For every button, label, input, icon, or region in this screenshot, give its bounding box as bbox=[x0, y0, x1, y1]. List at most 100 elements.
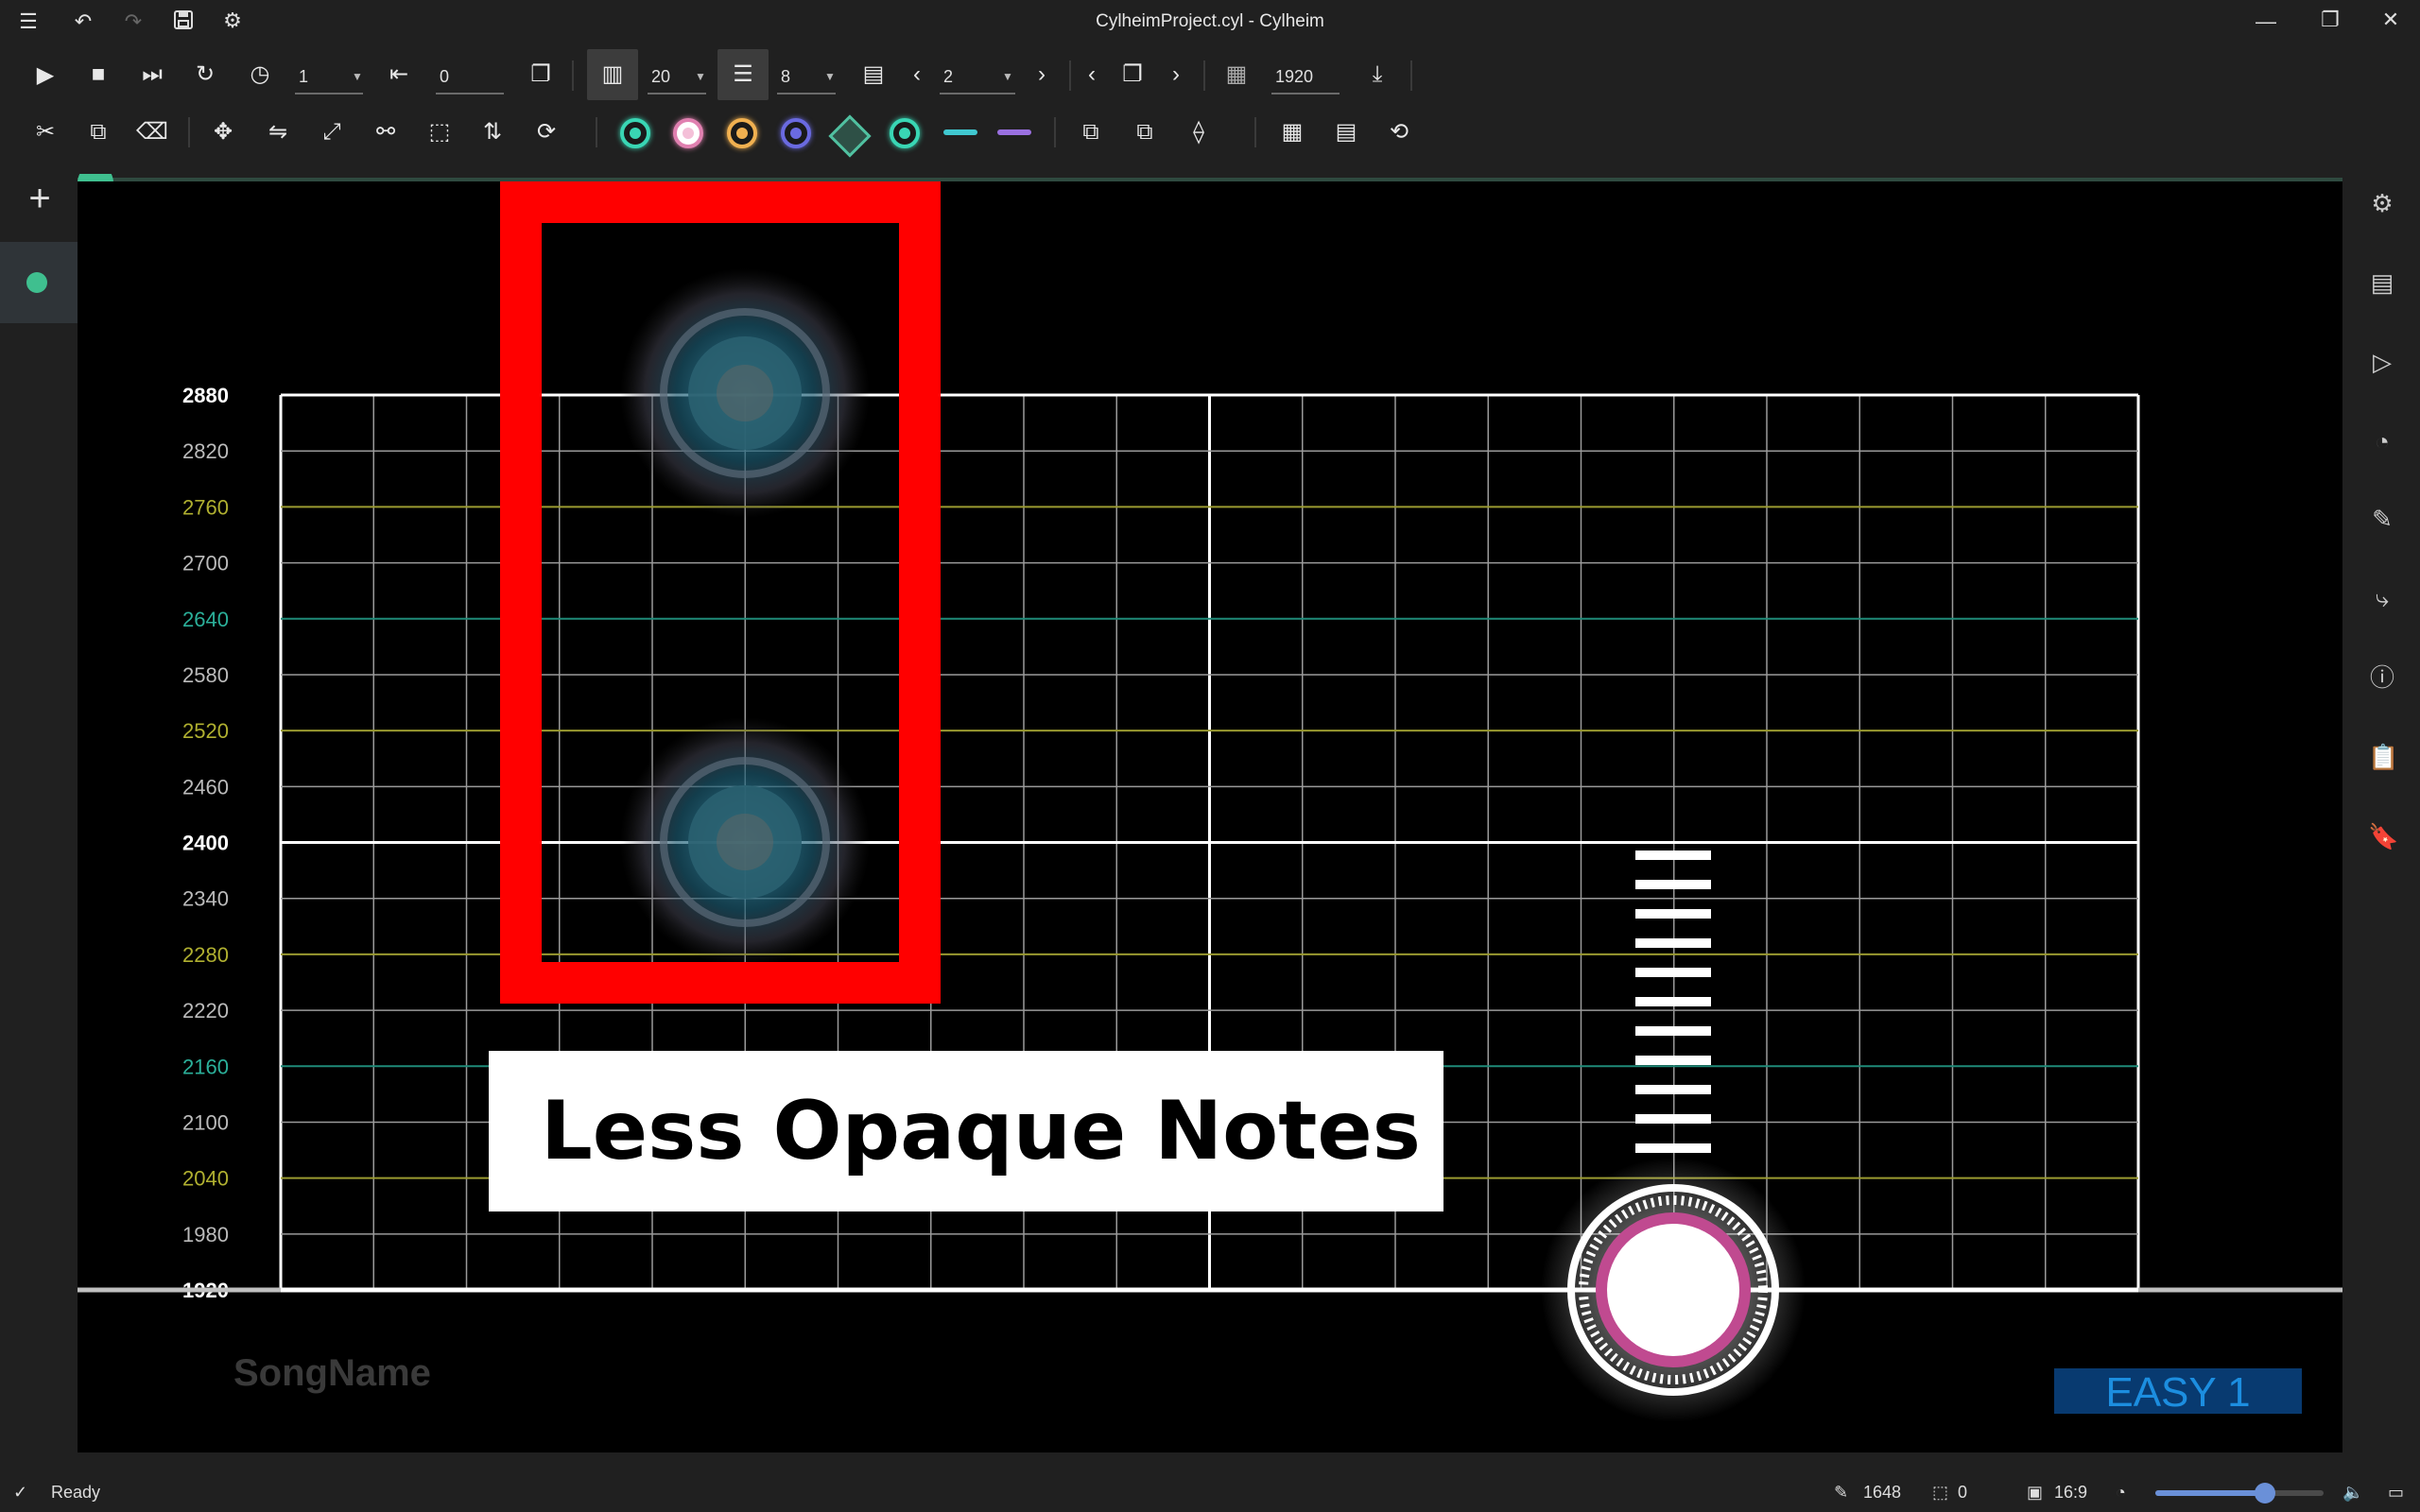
message-icon[interactable]: ▭ bbox=[2388, 1481, 2404, 1503]
menu-icon[interactable]: ☰ bbox=[14, 11, 43, 32]
y-tick-label: 2220 bbox=[182, 999, 229, 1022]
page-icon: ▤ bbox=[862, 61, 885, 87]
mirror-icon[interactable]: ⟠ bbox=[1182, 118, 1216, 146]
separator bbox=[596, 117, 597, 147]
selection-icon: ⬚ bbox=[1932, 1483, 1949, 1502]
y-tick-label: 2280 bbox=[182, 943, 229, 967]
paste-page-icon[interactable]: ⧉ bbox=[1128, 118, 1162, 146]
history-icon[interactable]: ⟲ bbox=[1382, 118, 1416, 146]
flip-icon[interactable]: ⇋ bbox=[261, 118, 295, 146]
save-icon[interactable] bbox=[169, 9, 198, 34]
undo-icon[interactable]: ↶ bbox=[69, 11, 97, 32]
drag-child-note-icon[interactable] bbox=[943, 129, 977, 135]
window-icon[interactable]: ❐ bbox=[524, 60, 558, 89]
chevron-down-icon[interactable]: ▼ bbox=[352, 70, 363, 83]
curve-icon[interactable]: ⤷ bbox=[2368, 584, 2396, 612]
redo-icon[interactable]: ↷ bbox=[119, 11, 147, 32]
move-icon[interactable]: ✥ bbox=[206, 118, 240, 146]
prev-bookmark-icon[interactable]: ‹ bbox=[1075, 60, 1109, 89]
chart-canvas[interactable]: 2880 2820 2760 2700 2640 2580 2520 2460 2400 2340… bbox=[78, 181, 2342, 1452]
link-remove-icon[interactable]: ⚯ bbox=[369, 118, 403, 146]
left-panel bbox=[0, 163, 78, 1474]
separator bbox=[1069, 60, 1071, 91]
cut-icon[interactable]: ✂ bbox=[28, 118, 62, 146]
selected-count: 0 bbox=[1958, 1483, 1968, 1502]
zoom-slider[interactable] bbox=[2155, 1483, 2324, 1503]
copy-icon[interactable]: ⧉ bbox=[81, 118, 115, 146]
scale-icon[interactable]: ⤢ bbox=[315, 118, 349, 146]
maximize-icon[interactable]: ❐ bbox=[2316, 8, 2344, 32]
note-core-icon bbox=[899, 128, 910, 139]
play-to-end-button[interactable]: ⏭ bbox=[135, 60, 169, 89]
hold-tick bbox=[1635, 938, 1711, 948]
swap-icon[interactable]: ⇅ bbox=[475, 118, 510, 146]
next-bookmark-icon[interactable]: › bbox=[1159, 60, 1193, 89]
close-icon[interactable]: ✕ bbox=[2377, 8, 2405, 32]
chevron-down-icon[interactable]: ▼ bbox=[1002, 70, 1013, 83]
annotation-text: Less Opaque Notes bbox=[541, 1084, 1421, 1178]
edit-icon[interactable]: ✎ bbox=[2368, 505, 2396, 533]
bookmark-icon[interactable]: 🔖 bbox=[2368, 822, 2398, 850]
settings-icon[interactable]: ⚙ bbox=[218, 10, 247, 31]
y-tick-label: 2760 bbox=[182, 495, 229, 519]
page-settings-icon[interactable]: ▤ bbox=[1329, 118, 1363, 146]
project-settings-icon[interactable]: ⚙ bbox=[2368, 189, 2396, 217]
y-tick-label: 2700 bbox=[182, 552, 229, 576]
clipboard-icon[interactable]: 📋 bbox=[2368, 743, 2398, 771]
chevron-down-icon[interactable]: ▼ bbox=[824, 70, 836, 83]
y-tick-label: 2640 bbox=[182, 608, 229, 631]
hold-tick bbox=[1635, 909, 1711, 919]
rotate-icon[interactable]: ⟳ bbox=[529, 118, 563, 146]
hold-note-icon[interactable] bbox=[673, 118, 703, 148]
rows-underline bbox=[777, 93, 836, 94]
y-tick-label: 2820 bbox=[182, 439, 229, 463]
stop-button[interactable]: ■ bbox=[81, 60, 115, 89]
long-hold-note-icon[interactable] bbox=[727, 118, 757, 148]
add-page-button[interactable]: + bbox=[21, 180, 59, 217]
cdrag-child-note-icon[interactable] bbox=[997, 129, 1031, 135]
offset-field[interactable]: 0 bbox=[440, 65, 449, 88]
drag-head-note-icon[interactable] bbox=[781, 118, 811, 148]
statistics-icon[interactable]: ◔ bbox=[2368, 427, 2396, 455]
rows-field[interactable]: 8 bbox=[781, 65, 790, 88]
y-tick-label: 2880 bbox=[182, 384, 229, 407]
columns-field[interactable]: 20 bbox=[651, 65, 670, 88]
chevron-down-icon[interactable]: ▼ bbox=[695, 70, 706, 83]
speed-underline bbox=[295, 93, 363, 94]
hold-tick bbox=[1635, 880, 1711, 889]
playback-icon[interactable]: ▷ bbox=[2368, 348, 2396, 376]
zoom-slider-fill bbox=[2155, 1490, 2265, 1496]
error-icon[interactable]: ⓘ bbox=[2368, 663, 2396, 692]
tick-underline bbox=[1271, 93, 1340, 94]
table-settings-icon[interactable]: ▦ bbox=[1275, 118, 1309, 146]
play-button[interactable]: ▶ bbox=[28, 61, 62, 90]
zoom-slider-thumb[interactable] bbox=[2254, 1483, 2275, 1503]
next-page-icon[interactable]: › bbox=[1025, 60, 1059, 89]
film-icon: ▦ bbox=[1225, 61, 1248, 87]
page-field[interactable]: 2 bbox=[943, 65, 953, 88]
window-title: CylheimProject.cyl - Cylheim bbox=[1096, 11, 1324, 31]
prev-page-icon[interactable]: ‹ bbox=[900, 60, 934, 89]
aspect-ratio[interactable]: 16:9 bbox=[2054, 1481, 2087, 1503]
playback-speed-icon[interactable]: ◷ bbox=[243, 60, 277, 89]
song-name: SongName bbox=[233, 1352, 431, 1394]
copy-page-icon[interactable]: ⧉ bbox=[1074, 118, 1108, 146]
note-count: 1648 bbox=[1863, 1483, 1902, 1502]
tick-field[interactable]: 1920 bbox=[1275, 65, 1313, 88]
flick-note-icon[interactable] bbox=[828, 114, 872, 158]
minimize-icon[interactable]: — bbox=[2252, 9, 2280, 34]
y-tick-label: 2580 bbox=[182, 663, 229, 687]
select-icon[interactable]: ⬚ bbox=[423, 118, 457, 146]
download-icon[interactable]: ⤓ bbox=[1360, 60, 1394, 89]
bookmarks-icon[interactable]: ❐ bbox=[1115, 60, 1150, 89]
click-note-icon[interactable] bbox=[620, 118, 650, 148]
chart-properties-icon[interactable]: ▤ bbox=[2368, 268, 2396, 297]
edit-count-icon: ✎ bbox=[1834, 1483, 1849, 1502]
click-drag-note-icon[interactable] bbox=[890, 118, 920, 148]
hold-note-core bbox=[1607, 1224, 1739, 1356]
y-tick-label: 1980 bbox=[182, 1223, 229, 1246]
replay-button[interactable]: ↻ bbox=[188, 60, 222, 89]
eraser-icon[interactable]: ⌫ bbox=[135, 118, 169, 146]
volume-icon[interactable]: 🔈 bbox=[2342, 1481, 2363, 1503]
speed-field[interactable]: 1 bbox=[299, 65, 308, 88]
